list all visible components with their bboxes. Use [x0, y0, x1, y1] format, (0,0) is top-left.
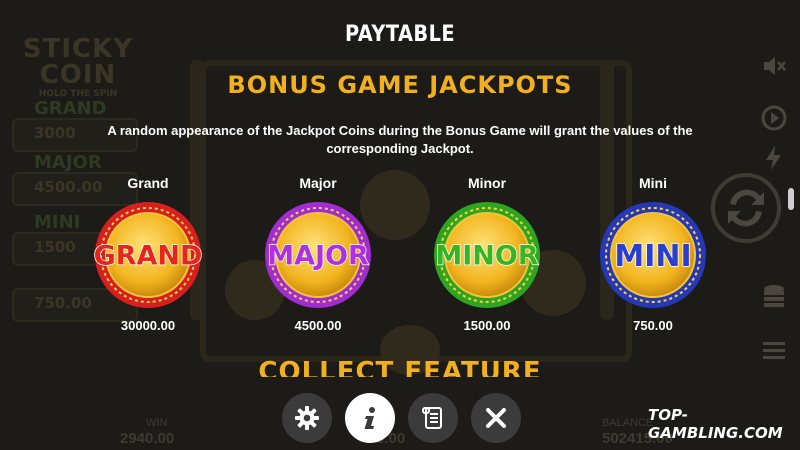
close-icon [486, 408, 506, 428]
turbo-icon [760, 144, 788, 172]
jackpot-coin-grand: GRAND [93, 200, 203, 310]
scroll-icon [422, 407, 442, 429]
settings-button[interactable] [282, 393, 332, 443]
jackpot-name-grand: Grand [127, 175, 169, 191]
balance-label: BALANCE [602, 417, 654, 429]
section-title: BONUS GAME JACKPOTS [227, 71, 573, 99]
bg-jackpot-label: GRAND [34, 98, 107, 119]
coin-label: MINI [614, 239, 691, 274]
jackpot-name-mini: Mini [639, 175, 667, 191]
jackpot-name-major: Major [299, 175, 337, 191]
jackpot-coin-mini: MINI [598, 200, 708, 310]
section-description: A random appearance of the Jackpot Coins… [107, 123, 693, 156]
jackpot-coin-minor: MINOR [432, 200, 542, 310]
jackpot-value-major: 4500.00 [294, 318, 342, 333]
spin-icon [710, 172, 782, 244]
paytable-button[interactable] [408, 393, 458, 443]
next-section-title: COLLECT FEATURE [0, 357, 800, 377]
jackpot-value-mini: 750.00 [633, 318, 673, 333]
coin-label: MAJOR [267, 241, 369, 272]
jackpot-value-minor: 1500.00 [463, 318, 511, 333]
jackpot-coin-major: MAJOR [263, 200, 373, 310]
coin-stack-icon [760, 282, 788, 310]
autoplay-icon [760, 104, 788, 132]
info-button[interactable] [345, 393, 395, 443]
coin-label: GRAND [94, 241, 203, 272]
bg-jackpot-label: MINI [34, 212, 81, 233]
jackpot-name-minor: Minor [467, 175, 507, 191]
page-title: PAYTABLE [344, 22, 456, 47]
info-icon [364, 407, 375, 429]
close-button[interactable] [471, 393, 521, 443]
bg-jackpot-value: 1500 [34, 238, 76, 256]
next-section-title-text: COLLECT FEATURE [258, 357, 542, 377]
bg-jackpot-value: 750.00 [34, 294, 92, 312]
scrollbar-thumb[interactable] [788, 188, 794, 210]
jackpot-value-grand: 30000.00 [120, 318, 176, 333]
coin-label: MINOR [435, 241, 538, 272]
win-label: WIN [146, 417, 168, 429]
win-value: 2940.00 [120, 430, 175, 447]
watermark: TOP-GAMBLING.COM [648, 406, 783, 442]
gear-icon [295, 406, 319, 430]
bg-jackpot-value: 3000 [34, 124, 76, 142]
